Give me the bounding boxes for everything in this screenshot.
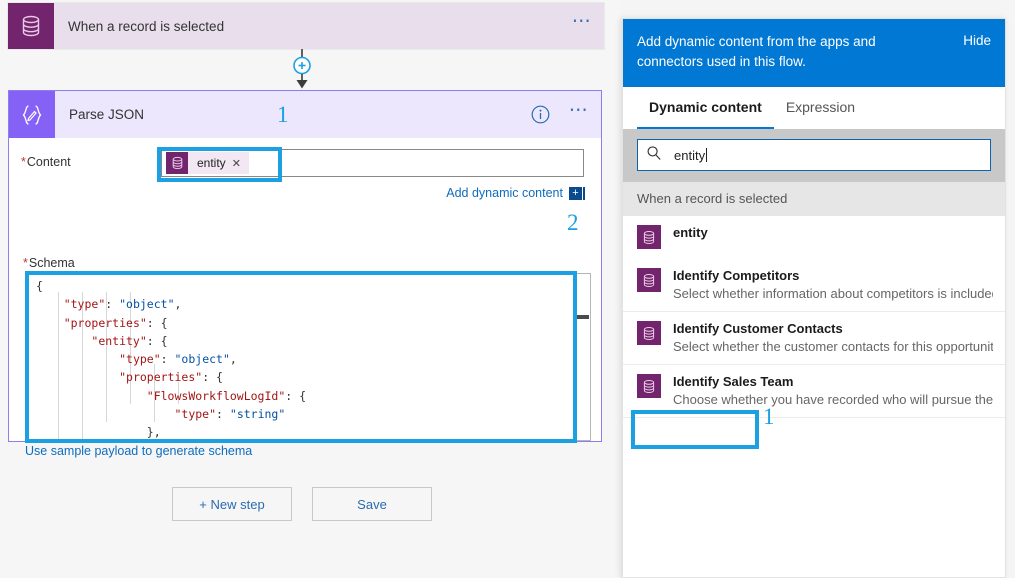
info-circle-icon[interactable]	[523, 91, 557, 138]
dynamic-content-panel: Add dynamic content from the apps and co…	[622, 18, 1006, 578]
panel-tabs: Dynamic content Expression	[623, 87, 1005, 129]
close-x-icon[interactable]: ✕	[232, 157, 249, 170]
ellipsis-icon[interactable]: ⋯	[557, 91, 601, 138]
vertical-scrollbar[interactable]	[575, 273, 591, 441]
scrollbar-thumb[interactable]	[576, 315, 589, 319]
dynamic-content-item[interactable]: Identify Sales Team Choose whether you ha…	[623, 365, 1005, 418]
ellipsis-icon[interactable]: ⋯	[560, 3, 604, 49]
dynamic-content-item-text: entity	[673, 224, 993, 242]
dynamic-content-item[interactable]: Identify Customer Contacts Select whether…	[623, 312, 1005, 365]
plus-icon[interactable]: +	[569, 186, 582, 200]
dynamic-content-item-text: Identify Competitors Select whether infor…	[673, 267, 993, 303]
content-input[interactable]: entity ✕	[161, 149, 584, 177]
dataverse-database-icon	[637, 268, 661, 292]
schema-editor[interactable]: { "type": "object", "properties": { "ent…	[27, 273, 575, 441]
hide-panel-button[interactable]: Hide	[963, 32, 991, 48]
search-input-value: entity	[674, 147, 708, 163]
new-step-button[interactable]: + New step	[172, 487, 292, 521]
schema-code: { "type": "object", "properties": { "ent…	[36, 279, 307, 440]
parse-json-braces-icon	[9, 91, 55, 138]
search-value-text: entity	[674, 147, 706, 163]
schema-label: *Schema	[23, 256, 75, 270]
tab-expression[interactable]: Expression	[774, 87, 867, 129]
flow-designer-canvas: When a record is selected ⋯ Parse JSON ⋯…	[0, 0, 620, 578]
save-button[interactable]: Save	[312, 487, 432, 521]
dynamic-content-group-header: When a record is selected	[623, 182, 1005, 216]
dataverse-database-icon	[637, 321, 661, 345]
content-field-row: *Content entity ✕	[9, 138, 601, 177]
annotation-number-2: 2	[567, 210, 579, 235]
action-card-parse-json[interactable]: Parse JSON ⋯ 1 *Content entity ✕ Add dyn…	[8, 90, 602, 458]
dynamic-content-list: entity Identify Competitors Select whether…	[623, 216, 1005, 418]
search-zone: entity	[623, 129, 1005, 182]
dynamic-content-banner: Add dynamic content from the apps and co…	[623, 19, 1005, 87]
dynamic-content-item-title: Identify Sales Team	[673, 374, 794, 389]
dynamic-content-item[interactable]: entity	[623, 216, 1005, 259]
search-input[interactable]: entity	[637, 139, 991, 171]
text-caret	[583, 186, 585, 200]
add-dynamic-content-label: Add dynamic content	[446, 186, 563, 200]
designer-action-buttons: + New step Save	[172, 487, 432, 521]
flow-connector	[287, 49, 317, 91]
tab-dynamic-content[interactable]: Dynamic content	[637, 87, 774, 129]
dynamic-content-item-description: Select whether information about competi…	[673, 286, 993, 301]
dynamic-content-item-description: Choose whether you have recorded who wil…	[673, 392, 993, 407]
text-caret	[706, 148, 708, 162]
parse-json-header: Parse JSON ⋯ 1	[9, 91, 601, 138]
trigger-card-when-a-record-is-selected[interactable]: When a record is selected ⋯	[8, 3, 604, 49]
dataverse-database-icon	[637, 225, 661, 249]
dynamic-content-token-entity[interactable]: entity ✕	[166, 152, 249, 174]
schema-label-text: Schema	[28, 256, 75, 270]
dynamic-content-item-text: Identify Sales Team Choose whether you ha…	[673, 373, 993, 409]
add-dynamic-content-link[interactable]: Add dynamic content +	[446, 186, 585, 200]
parse-json-body: *Content entity ✕ Add dynamic content + …	[9, 138, 601, 458]
search-icon	[646, 145, 662, 166]
schema-editor-wrap: { "type": "object", "properties": { "ent…	[27, 273, 593, 441]
trigger-title: When a record is selected	[68, 18, 225, 34]
dataverse-database-icon	[637, 374, 661, 398]
content-label: *Content	[21, 149, 161, 169]
dynamic-content-item-title: Identify Competitors	[673, 268, 800, 283]
required-marker: *	[23, 256, 28, 270]
dynamic-content-item[interactable]: Identify Competitors Select whether infor…	[623, 259, 1005, 312]
dynamic-content-item-text: Identify Customer Contacts Select whether…	[673, 320, 993, 356]
dynamic-content-item-description: Select whether the customer contacts for…	[673, 339, 993, 354]
token-label: entity	[197, 156, 226, 170]
banner-text: Add dynamic content from the apps and co…	[637, 34, 876, 69]
dynamic-content-item-title: Identify Customer Contacts	[673, 321, 843, 336]
content-label-text: Content	[26, 155, 71, 169]
use-sample-payload-link[interactable]: Use sample payload to generate schema	[25, 444, 252, 458]
dataverse-database-icon	[166, 152, 188, 174]
action-title: Parse JSON	[69, 107, 145, 122]
dataverse-database-icon	[8, 3, 54, 49]
dynamic-content-item-title: entity	[673, 225, 708, 240]
required-marker: *	[21, 155, 26, 169]
